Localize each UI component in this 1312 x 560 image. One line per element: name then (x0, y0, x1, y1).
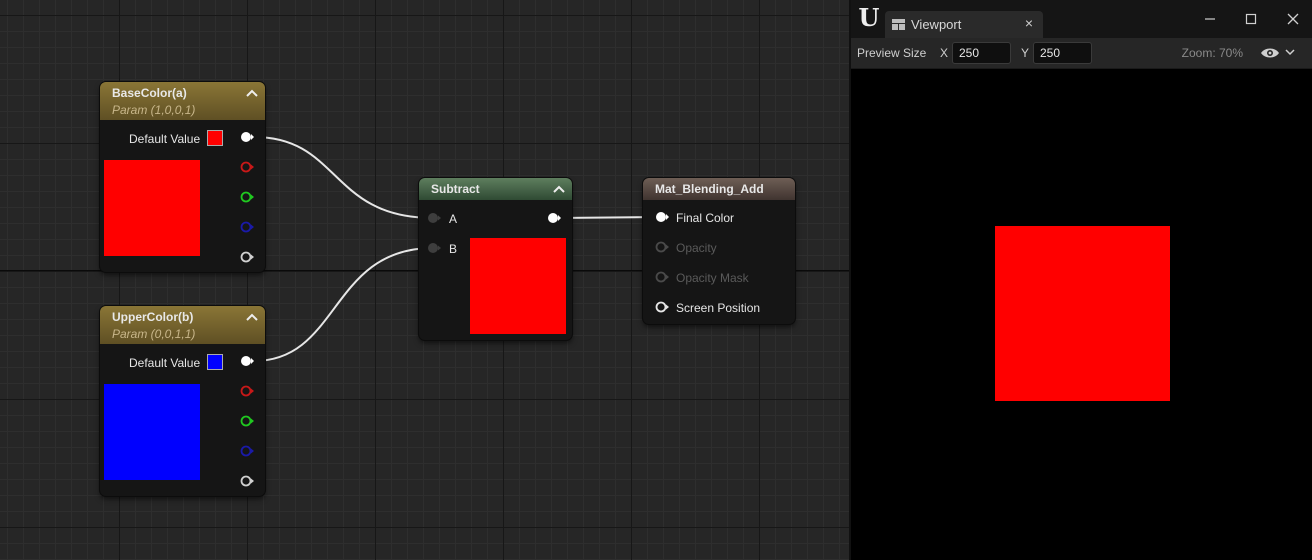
node-uppercolor-subtitle: Param (0,0,1,1) (112, 327, 196, 341)
output-g-pin-icon[interactable] (240, 191, 254, 203)
output-r-pin-icon[interactable] (240, 385, 254, 397)
node-basecolor[interactable]: BaseColor(a) Param (1,0,0,1) Default Val… (100, 82, 265, 272)
tab-close-icon[interactable]: × (1025, 15, 1033, 31)
viewport-titlebar[interactable]: U Viewport × (851, 0, 1312, 38)
tab-viewport[interactable]: Viewport × (885, 11, 1043, 38)
unreal-logo-icon: U (858, 3, 880, 32)
viewport-layout-icon (892, 19, 905, 30)
default-value-label: Default Value (129, 132, 201, 146)
preview-x-label: X (940, 46, 949, 60)
input-a-label: A (449, 212, 458, 226)
color-preview (104, 160, 200, 256)
output-a-pin-icon[interactable] (240, 475, 254, 487)
preview-y-label: Y (1021, 46, 1030, 60)
node-basecolor-header[interactable]: BaseColor(a) Param (1,0,0,1) (100, 82, 265, 120)
viewport-toolbar: Preview Size X 250 Y 250 Zoom: 70% (851, 38, 1312, 68)
node-subtract-header[interactable]: Subtract (419, 178, 572, 200)
node-uppercolor-header[interactable]: UpperColor(b) Param (0,0,1,1) (100, 306, 265, 344)
pin-final-color-label: Final Color (676, 211, 735, 225)
node-basecolor-subtitle: Param (1,0,0,1) (112, 103, 196, 117)
wire-basecolor-to-a (253, 136, 434, 219)
maximize-icon[interactable] (1239, 8, 1263, 30)
output-rgba-pin-icon[interactable] (240, 355, 254, 367)
preview-x-input[interactable]: 250 (952, 42, 1011, 64)
view-options-chevron-down-icon[interactable] (1285, 49, 1295, 56)
opacity-mask-pin-icon[interactable] (655, 271, 669, 283)
tab-viewport-label: Viewport (911, 17, 962, 32)
zoom-level: Zoom: 70% (1181, 46, 1243, 60)
material-graph-canvas[interactable]: BaseColor(a) Param (1,0,0,1) Default Val… (0, 0, 849, 560)
default-value-label: Default Value (129, 356, 201, 370)
pin-opacity-mask-label: Opacity Mask (676, 271, 749, 285)
node-subtract-title: Subtract (431, 182, 480, 196)
node-material-result[interactable]: Mat_Blending_Add Final Color Opacity Opa… (643, 178, 795, 324)
default-value-swatch[interactable] (207, 130, 223, 146)
input-a-pin-icon[interactable] (427, 212, 441, 224)
collapse-chevron-icon[interactable] (552, 182, 566, 196)
collapse-chevron-icon[interactable] (245, 310, 259, 324)
final-color-pin-icon[interactable] (655, 211, 669, 223)
node-basecolor-title: BaseColor(a) (112, 86, 187, 100)
pin-opacity-label: Opacity (676, 241, 717, 255)
node-uppercolor-title: UpperColor(b) (112, 310, 194, 324)
node-uppercolor[interactable]: UpperColor(b) Param (0,0,1,1) Default Va… (100, 306, 265, 496)
preview-render-quad (995, 226, 1170, 401)
node-material-title: Mat_Blending_Add (655, 182, 764, 196)
output-a-pin-icon[interactable] (240, 251, 254, 263)
preview-size-label: Preview Size (857, 46, 927, 60)
viewport-render-canvas[interactable] (851, 69, 1312, 560)
collapse-chevron-icon[interactable] (245, 86, 259, 100)
output-pin-icon[interactable] (547, 212, 561, 224)
color-preview (104, 384, 200, 480)
input-b-label: B (449, 242, 458, 256)
close-window-icon[interactable] (1281, 8, 1305, 30)
output-r-pin-icon[interactable] (240, 161, 254, 173)
wire-uppercolor-to-b (253, 247, 434, 362)
output-g-pin-icon[interactable] (240, 415, 254, 427)
output-b-pin-icon[interactable] (240, 445, 254, 457)
preview-y-input[interactable]: 250 (1033, 42, 1092, 64)
default-value-swatch[interactable] (207, 354, 223, 370)
pin-screen-position-label: Screen Position (676, 301, 761, 315)
minimize-icon[interactable] (1198, 8, 1222, 30)
output-b-pin-icon[interactable] (240, 221, 254, 233)
viewport-panel: U Viewport × Preview Size X 250 Y 250 Zo… (851, 0, 1312, 560)
node-subtract[interactable]: Subtract A B (419, 178, 572, 340)
view-options-eye-icon[interactable] (1260, 47, 1280, 59)
screen-position-pin-icon[interactable] (655, 301, 669, 313)
input-b-pin-icon[interactable] (427, 242, 441, 254)
subtract-preview (470, 238, 566, 334)
output-rgba-pin-icon[interactable] (240, 131, 254, 143)
node-material-header[interactable]: Mat_Blending_Add (643, 178, 795, 200)
opacity-pin-icon[interactable] (655, 241, 669, 253)
